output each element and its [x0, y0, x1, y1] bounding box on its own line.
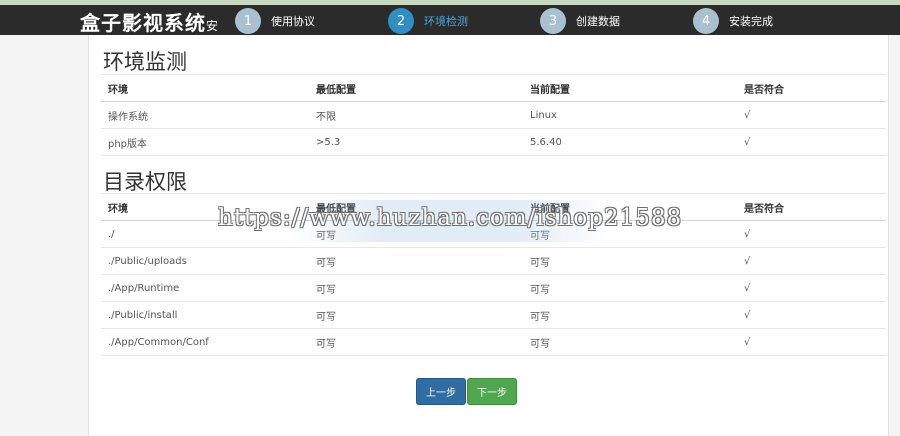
step-1: 1 使用协议 [235, 8, 315, 34]
dir-section-title: 目录权限 [103, 170, 187, 194]
step-number: 3 [540, 8, 566, 34]
cell-current: Linux [523, 101, 737, 129]
install-header: 盒子影视系统安 1 使用协议 2 环境检测 3 创建数据 4 安装完成 [0, 5, 900, 35]
table-row: ./Public/uploads 可写 可写 √ [101, 247, 886, 275]
cell-min: 可写 [309, 328, 523, 356]
cell-path: ./Public/install [101, 301, 309, 329]
column-header: 环境 [101, 74, 309, 102]
step-number: 1 [235, 8, 261, 34]
column-header: 当前配置 [523, 74, 737, 102]
cell-min: 不限 [309, 101, 523, 129]
cell-check: √ [737, 274, 886, 302]
cell-min: >5.3 [309, 128, 523, 156]
cell-current: 可写 [523, 247, 737, 275]
logo-tail: 安 [206, 19, 220, 33]
step-2-active: 2 环境检测 [388, 8, 468, 34]
cell-path: ./App/Runtime [101, 274, 309, 302]
table-row: ./App/Runtime 可写 可写 √ [101, 274, 886, 302]
column-header: 是否符合 [737, 74, 886, 102]
cell-path: ./App/Common/Conf [101, 328, 309, 356]
next-step-button[interactable]: 下一步 [467, 378, 517, 405]
cell-env: php版本 [101, 128, 309, 156]
site-logo: 盒子影视系统安 [80, 7, 219, 36]
cell-check: √ [737, 247, 886, 275]
column-header: 是否符合 [737, 193, 886, 221]
cell-min: 可写 [309, 247, 523, 275]
table-row: php版本 >5.3 5.6.40 √ [101, 128, 886, 156]
cell-current: 可写 [523, 274, 737, 302]
cell-path: ./Public/uploads [101, 247, 309, 275]
cell-min: 可写 [309, 274, 523, 302]
cell-current: 5.6.40 [523, 128, 737, 156]
cell-check: √ [737, 220, 886, 248]
step-label: 创建数据 [576, 15, 620, 28]
cell-current: 可写 [523, 301, 737, 329]
cell-env: 操作系统 [101, 101, 309, 129]
cell-check: √ [737, 328, 886, 356]
table-row: ./Public/install 可写 可写 √ [101, 301, 886, 329]
cell-min: 可写 [309, 301, 523, 329]
watermark-text: https://www.huzhan.com/ishop21588 [218, 205, 683, 231]
step-label: 安装完成 [729, 15, 773, 28]
cell-check: √ [737, 128, 886, 156]
cell-check: √ [737, 101, 886, 129]
table-header-row: 环境 最低配置 当前配置 是否符合 [101, 74, 886, 102]
prev-step-button[interactable]: 上一步 [416, 378, 466, 405]
column-header: 最低配置 [309, 74, 523, 102]
right-gutter [888, 35, 900, 436]
env-section-title: 环境监测 [103, 50, 187, 74]
step-label: 环境检测 [424, 15, 468, 28]
cell-current: 可写 [523, 328, 737, 356]
table-row: ./App/Common/Conf 可写 可写 √ [101, 328, 886, 356]
env-table: 环境 最低配置 当前配置 是否符合 操作系统 不限 Linux √ php版本 … [101, 74, 886, 156]
step-number: 4 [693, 8, 719, 34]
step-label: 使用协议 [271, 15, 315, 28]
table-row: 操作系统 不限 Linux √ [101, 101, 886, 129]
left-gutter [0, 35, 89, 436]
step-4: 4 安装完成 [693, 8, 773, 34]
logo-main: 盒子影视系统 [80, 11, 206, 35]
step-number: 2 [388, 8, 414, 34]
cell-check: √ [737, 301, 886, 329]
step-3: 3 创建数据 [540, 8, 620, 34]
